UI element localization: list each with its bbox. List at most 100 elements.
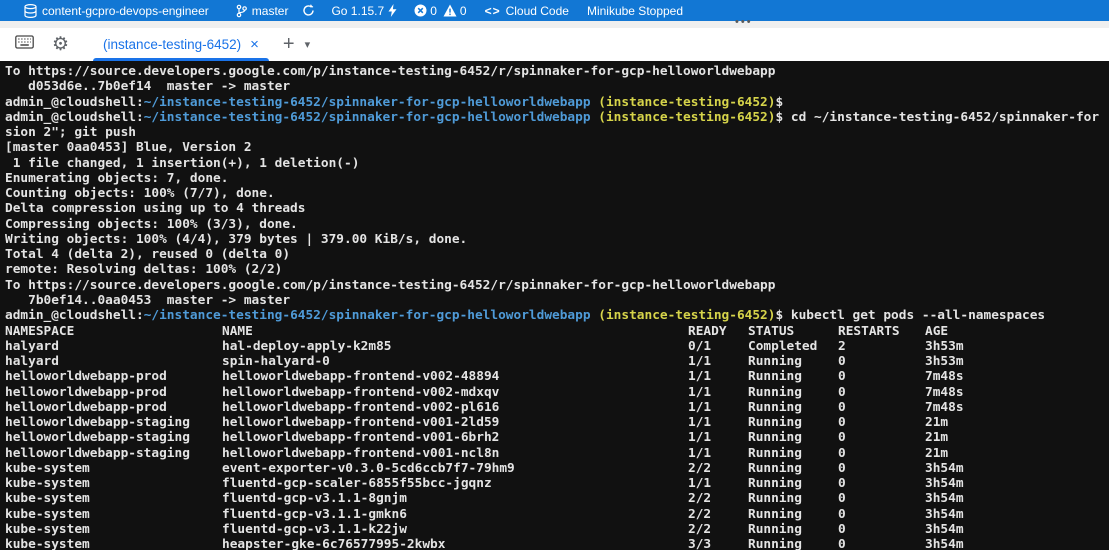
pod-cell: helloworldwebapp-prod bbox=[5, 369, 222, 384]
pod-cell: 0 bbox=[838, 461, 925, 476]
terminal-prompt-line: admin_@cloudshell:~/instance-testing-645… bbox=[5, 308, 1109, 323]
git-branch-icon bbox=[236, 4, 247, 18]
pod-cell: 0 bbox=[838, 446, 925, 461]
pod-row: helloworldwebapp-prodhelloworldwebapp-fr… bbox=[5, 369, 1109, 384]
problems-item[interactable]: 0 0 bbox=[414, 0, 466, 21]
pod-cell: fluentd-gcp-scaler-6855f55bcc-jgqnz bbox=[222, 476, 688, 491]
refresh-button[interactable] bbox=[302, 0, 315, 21]
terminal-line: 7b0ef14..0aa0453 master -> master bbox=[5, 293, 1109, 308]
warning-icon bbox=[443, 4, 457, 17]
git-branch-item[interactable]: master bbox=[236, 0, 289, 21]
pod-cell: 1/1 bbox=[688, 400, 748, 415]
pod-cell: 0 bbox=[838, 415, 925, 430]
terminal-line: Delta compression using up to 4 threads bbox=[5, 201, 1109, 216]
pod-cell: helloworldwebapp-staging bbox=[5, 415, 222, 430]
splitter-handle-icon[interactable]: ••• bbox=[735, 17, 753, 28]
settings-button[interactable]: ⚙ bbox=[52, 35, 69, 54]
pod-row: halyardhal-deploy-apply-k2m850/1Complete… bbox=[5, 339, 1109, 354]
terminal-text: Counting objects: 100% (7/7), done. bbox=[5, 186, 275, 201]
pod-cell: kube-system bbox=[5, 507, 222, 522]
pods-column-header: AGE bbox=[925, 324, 948, 339]
prompt-user: admin_@cloudshell: bbox=[5, 110, 144, 125]
pod-cell: 1/1 bbox=[688, 430, 748, 445]
pod-cell: Running bbox=[748, 354, 838, 369]
pod-row: helloworldwebapp-prodhelloworldwebapp-fr… bbox=[5, 400, 1109, 415]
terminal-line: To https://source.developers.google.com/… bbox=[5, 278, 1109, 293]
keyboard-button[interactable] bbox=[15, 35, 34, 54]
pod-cell: kube-system bbox=[5, 461, 222, 476]
pod-cell: 2/2 bbox=[688, 491, 748, 506]
tab-options-caret-icon[interactable]: ▾ bbox=[305, 38, 311, 51]
pod-cell: fluentd-gcp-v3.1.1-8gnjm bbox=[222, 491, 688, 506]
pod-cell: 0/1 bbox=[688, 339, 748, 354]
terminal-line: d053d6e..7b0ef14 master -> master bbox=[5, 79, 1109, 94]
pod-cell: 3h53m bbox=[925, 354, 964, 369]
pod-cell: 1/1 bbox=[688, 385, 748, 400]
go-version-item[interactable]: Go 1.15.7 bbox=[331, 0, 397, 21]
pod-cell: Running bbox=[748, 430, 838, 445]
pod-cell: Running bbox=[748, 491, 838, 506]
pod-cell: 3h54m bbox=[925, 507, 964, 522]
pod-cell: helloworldwebapp-prod bbox=[5, 385, 222, 400]
pod-cell: 2 bbox=[838, 339, 925, 354]
pods-column-header: NAME bbox=[222, 324, 688, 339]
active-tab-underline bbox=[93, 58, 269, 61]
terminal-text: Enumerating objects: 7, done. bbox=[5, 171, 228, 186]
pod-cell: 0 bbox=[838, 400, 925, 415]
pod-cell: helloworldwebapp-frontend-v002-mdxqv bbox=[222, 385, 688, 400]
terminal-text: Delta compression using up to 4 threads bbox=[5, 201, 305, 216]
pod-cell: helloworldwebapp-staging bbox=[5, 446, 222, 461]
pod-cell: 0 bbox=[838, 430, 925, 445]
minikube-status: Minikube Stopped bbox=[587, 4, 683, 18]
terminal-text: To https://source.developers.google.com/… bbox=[5, 64, 775, 79]
terminal-text: To https://source.developers.google.com/… bbox=[5, 278, 775, 293]
terminal-line: Compressing objects: 100% (3/3), done. bbox=[5, 217, 1109, 232]
pod-cell: Running bbox=[748, 400, 838, 415]
pod-row: kube-systemfluentd-gcp-v3.1.1-8gnjm2/2Ru… bbox=[5, 491, 1109, 506]
error-count: 0 bbox=[430, 4, 437, 18]
terminal-tab-bar: ⚙ (instance-testing-6452) × + ▾ bbox=[0, 28, 1109, 61]
minikube-status-item[interactable]: Minikube Stopped bbox=[587, 0, 683, 21]
tab-close-icon[interactable]: × bbox=[250, 36, 259, 53]
pod-cell: 0 bbox=[838, 476, 925, 491]
pod-cell: 3/3 bbox=[688, 537, 748, 550]
pod-cell: Running bbox=[748, 522, 838, 537]
new-tab-button[interactable]: + bbox=[283, 33, 295, 56]
cloud-code-label: Cloud Code bbox=[506, 4, 569, 18]
terminal-tab[interactable]: (instance-testing-6452) × bbox=[93, 28, 269, 61]
panel-splitter[interactable]: ••• bbox=[0, 21, 1109, 28]
pod-row: kube-systemheapster-gke-6c76577995-2kwbx… bbox=[5, 537, 1109, 550]
pod-cell: 3h54m bbox=[925, 476, 964, 491]
pod-cell: Running bbox=[748, 415, 838, 430]
cloud-code-item[interactable]: <> Cloud Code bbox=[485, 0, 569, 21]
pod-cell: Running bbox=[748, 369, 838, 384]
project-status-item[interactable]: content-gcpro-devops-engineer bbox=[24, 0, 209, 21]
pod-row: helloworldwebapp-staginghelloworldwebapp… bbox=[5, 430, 1109, 445]
terminal-prompt-line: admin_@cloudshell:~/instance-testing-645… bbox=[5, 95, 1109, 110]
pod-cell: 2/2 bbox=[688, 522, 748, 537]
pod-cell: event-exporter-v0.3.0-5cd6ccb7f7-79hm9 bbox=[222, 461, 688, 476]
terminal-text: 1 file changed, 1 insertion(+), 1 deleti… bbox=[5, 156, 359, 171]
terminal-line: Writing objects: 100% (4/4), 379 bytes |… bbox=[5, 232, 1109, 247]
pod-cell: 21m bbox=[925, 430, 948, 445]
pods-column-header: NAMESPACE bbox=[5, 324, 222, 339]
prompt-command: cd ~/instance-testing-6452/spinnaker-for bbox=[783, 110, 1099, 125]
pod-cell: 0 bbox=[838, 369, 925, 384]
terminal-line: To https://source.developers.google.com/… bbox=[5, 64, 1109, 79]
pod-cell: 0 bbox=[838, 385, 925, 400]
pod-cell: kube-system bbox=[5, 476, 222, 491]
pod-cell: halyard bbox=[5, 354, 222, 369]
pod-cell: spin-halyard-0 bbox=[222, 354, 688, 369]
prompt-user: admin_@cloudshell: bbox=[5, 308, 144, 323]
terminal[interactable]: To https://source.developers.google.com/… bbox=[0, 61, 1109, 550]
terminal-text: remote: Resolving deltas: 100% (2/2) bbox=[5, 262, 282, 277]
terminal-text: sion 2"; git push bbox=[5, 125, 136, 140]
pod-cell: 1/1 bbox=[688, 415, 748, 430]
pod-cell: 3h54m bbox=[925, 491, 964, 506]
pod-cell: Running bbox=[748, 385, 838, 400]
pod-cell: halyard bbox=[5, 339, 222, 354]
pod-cell: 7m48s bbox=[925, 385, 964, 400]
terminal-line: 1 file changed, 1 insertion(+), 1 deleti… bbox=[5, 156, 1109, 171]
terminal-tab-label: (instance-testing-6452) bbox=[103, 37, 241, 52]
pod-row: kube-systemfluentd-gcp-v3.1.1-gmkn62/2Ru… bbox=[5, 507, 1109, 522]
